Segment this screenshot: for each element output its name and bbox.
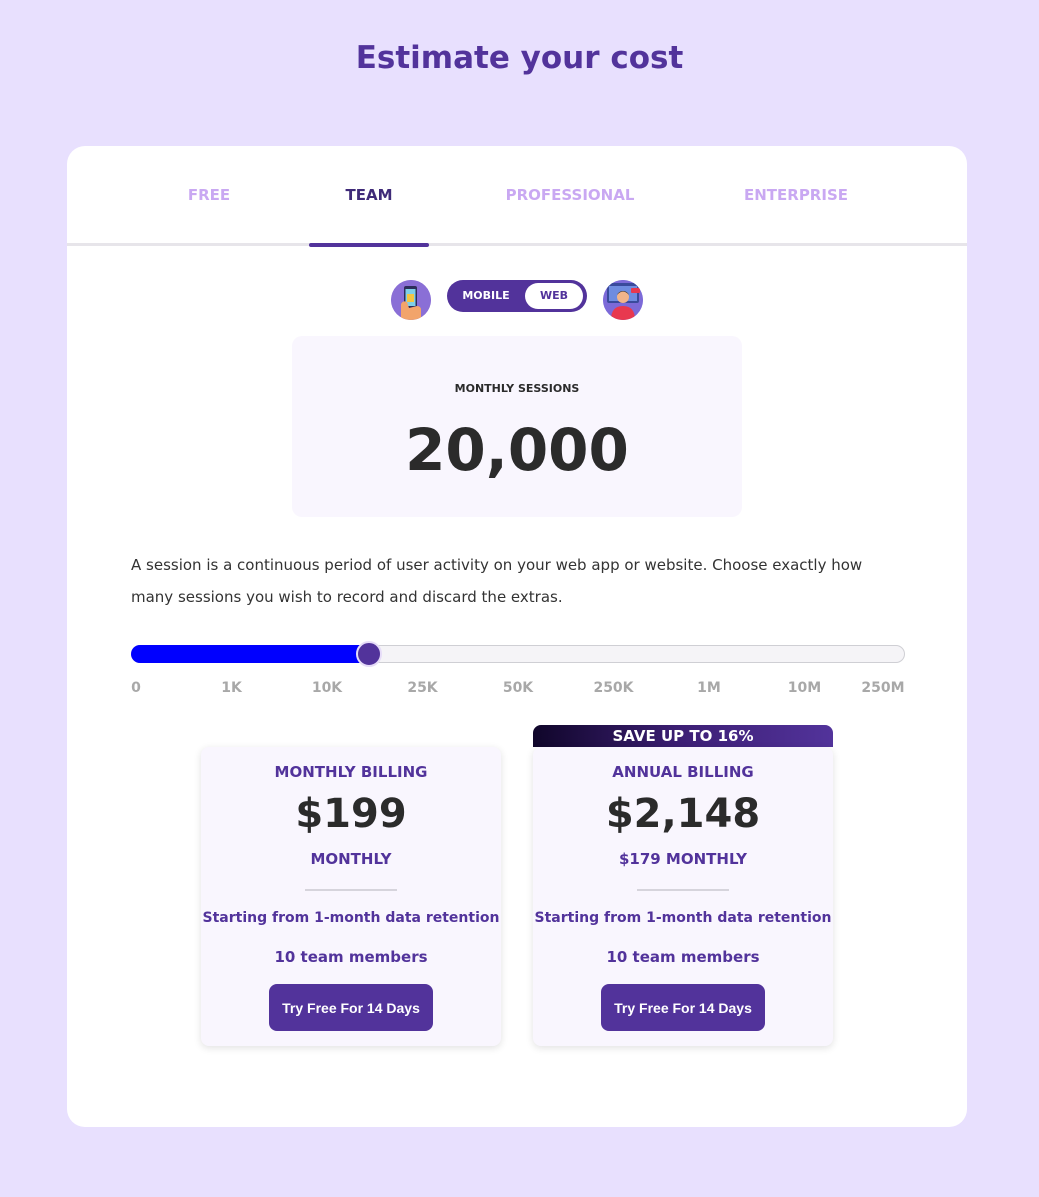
slider-tick-label: 1M: [697, 680, 721, 696]
toggle-option-mobile[interactable]: MOBILE: [455, 289, 517, 302]
data-retention-text: Starting from 1-month data retention: [202, 910, 500, 926]
team-members-text: 10 team members: [606, 948, 760, 966]
mobile-web-toggle[interactable]: MOBILE WEB: [447, 280, 587, 312]
billing-amount: $199: [295, 791, 407, 837]
person-with-browser-icon: [603, 280, 643, 320]
slider-thumb[interactable]: [356, 641, 382, 667]
pricing-estimator-card: FREE TEAM PROFESSIONAL ENTERPRISE MOBILE…: [67, 146, 967, 1127]
divider: [637, 889, 729, 891]
slider-tick-label: 50K: [502, 680, 534, 696]
toggle-option-web[interactable]: WEB: [525, 289, 583, 302]
monthly-sessions-panel: MONTHLY SESSIONS 20,000: [292, 336, 742, 517]
annual-billing-card: ANNUAL BILLING $2,148 $179 MONTHLY Start…: [533, 747, 833, 1046]
slider-fill: [131, 645, 369, 663]
billing-period: MONTHLY: [310, 850, 392, 868]
tab-professional[interactable]: PROFESSIONAL: [497, 186, 643, 204]
data-retention-text: Starting from 1-month data retention: [534, 910, 832, 926]
try-free-button-annual[interactable]: Try Free For 14 Days: [601, 984, 765, 1031]
monthly-billing-card: MONTHLY BILLING $199 MONTHLY Starting fr…: [201, 747, 501, 1046]
billing-amount: $2,148: [605, 791, 761, 837]
slider-tick-label: 250M: [861, 680, 905, 696]
team-members-text: 10 team members: [274, 948, 428, 966]
billing-title: MONTHLY BILLING: [274, 763, 428, 781]
slider-tick-label: 1K: [221, 680, 242, 696]
divider: [305, 889, 397, 891]
save-banner: SAVE UP TO 16%: [533, 725, 833, 747]
billing-period: $179 MONTHLY: [618, 850, 748, 868]
plan-tabs: FREE TEAM PROFESSIONAL ENTERPRISE: [67, 146, 967, 246]
active-tab-indicator: [309, 243, 429, 247]
tab-free[interactable]: FREE: [173, 186, 245, 204]
session-description: A session is a continuous period of user…: [131, 556, 863, 606]
billing-title: ANNUAL BILLING: [612, 763, 754, 781]
slider-tick-label: 25K: [407, 680, 438, 696]
tab-enterprise[interactable]: ENTERPRISE: [729, 186, 863, 204]
slider-tick-label: 10M: [787, 680, 822, 696]
page-title: Estimate your cost: [355, 40, 684, 76]
tab-team[interactable]: TEAM: [309, 186, 429, 204]
phone-in-hand-icon: [391, 280, 431, 320]
monthly-sessions-label: MONTHLY SESSIONS: [454, 382, 580, 395]
sessions-slider[interactable]: [131, 641, 905, 667]
monthly-sessions-value: 20,000: [405, 416, 629, 484]
slider-tick-label: 250K: [593, 680, 634, 696]
platform-selector: MOBILE WEB: [67, 280, 967, 320]
slider-tick-label: 10K: [311, 680, 343, 696]
slider-tick-label: 0: [131, 680, 141, 696]
try-free-button-monthly[interactable]: Try Free For 14 Days: [269, 984, 433, 1031]
